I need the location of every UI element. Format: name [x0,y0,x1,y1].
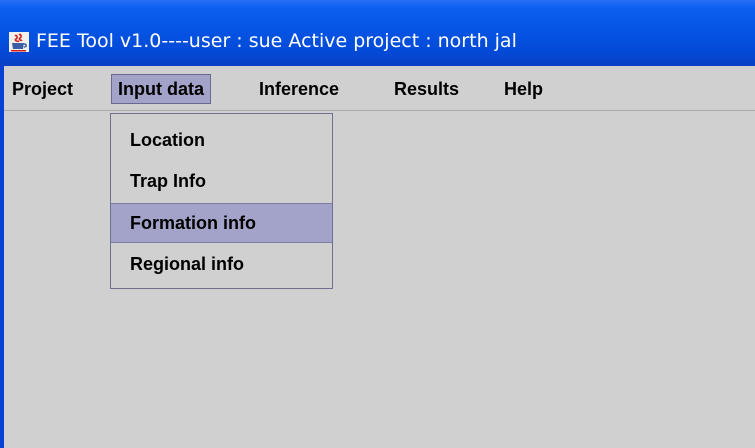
java-cup-icon [9,32,29,52]
menu-bar: Project Input data Inference Results Hel… [4,66,755,111]
window-title: FEE Tool v1.0----user : sue Active proje… [36,30,517,52]
menu-item-location[interactable]: Location [111,120,332,160]
menu-item-regional-info[interactable]: Regional info [111,244,332,284]
menu-item-formation-info[interactable]: Formation info [111,203,332,243]
menu-item-trap-info[interactable]: Trap Info [111,161,332,201]
menu-inference[interactable]: Inference [253,74,345,104]
menu-results[interactable]: Results [388,74,465,104]
input-data-dropdown: Location Trap Info Formation info Region… [110,113,333,289]
menu-help[interactable]: Help [498,74,549,104]
client-area: Project Input data Inference Results Hel… [4,66,755,448]
menu-project[interactable]: Project [6,74,79,104]
menu-input-data[interactable]: Input data [111,74,211,104]
app-window: FEE Tool v1.0----user : sue Active proje… [0,0,755,448]
title-bar[interactable]: FEE Tool v1.0----user : sue Active proje… [0,0,755,66]
